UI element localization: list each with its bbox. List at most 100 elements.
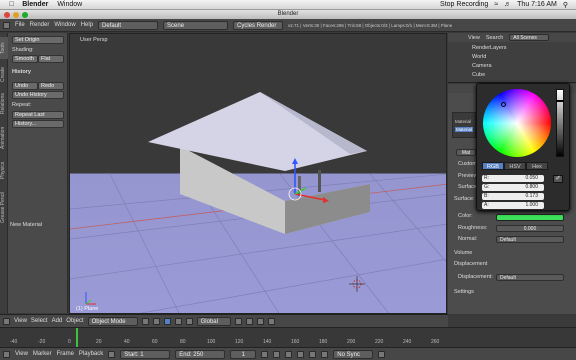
- tab-hex[interactable]: Hex: [526, 162, 548, 170]
- value-slider[interactable]: [556, 89, 564, 157]
- scene-select[interactable]: Scene: [163, 20, 229, 30]
- color-swatch[interactable]: [496, 214, 564, 221]
- history-button[interactable]: History...: [12, 120, 64, 128]
- material-slot-active[interactable]: Material: [455, 127, 474, 132]
- editor-type-icon[interactable]: [3, 317, 10, 325]
- history-panel-label[interactable]: History: [12, 69, 31, 75]
- end-frame-field[interactable]: End: 250: [175, 349, 226, 359]
- menu-object[interactable]: Object: [66, 318, 83, 324]
- app-menu[interactable]: Blender: [22, 1, 48, 8]
- color-wheel-cursor[interactable]: [501, 102, 506, 107]
- jump-end-icon[interactable]: [321, 350, 329, 358]
- render-preview-icon[interactable]: [267, 317, 275, 325]
- menu-frame[interactable]: Frame: [57, 351, 74, 357]
- zoom-button[interactable]: [22, 12, 28, 18]
- menu-view[interactable]: View: [15, 351, 28, 357]
- keying-icon[interactable]: [378, 350, 386, 358]
- prev-key-icon[interactable]: [273, 350, 281, 358]
- pivot-icon[interactable]: [152, 317, 160, 325]
- normal-field[interactable]: Default: [496, 236, 564, 243]
- menu-marker[interactable]: Marker: [33, 351, 52, 357]
- minimize-button[interactable]: [13, 12, 19, 18]
- start-frame-field[interactable]: Start: 1: [120, 349, 171, 359]
- outliner-item-cube[interactable]: Cube: [472, 72, 485, 78]
- tab-create[interactable]: Create: [0, 61, 8, 87]
- menu-add[interactable]: Add: [52, 318, 63, 324]
- outliner-item-world[interactable]: World: [472, 54, 486, 60]
- timeline[interactable]: -40 -20 0 20 40 60 80 100 120 140 160 18…: [0, 327, 576, 348]
- record-icon[interactable]: [108, 350, 116, 358]
- clock[interactable]: Thu 7:16 AM: [517, 1, 557, 8]
- section-surface[interactable]: Surface: [458, 184, 477, 190]
- displacement-field[interactable]: Default: [496, 274, 564, 281]
- next-key-icon[interactable]: [309, 350, 317, 358]
- material-slot-list[interactable]: Material Material: [452, 112, 476, 138]
- eyedropper-icon[interactable]: ✐: [553, 175, 563, 183]
- editor-type-icon[interactable]: [3, 350, 10, 358]
- mode-select[interactable]: Object Mode: [87, 316, 138, 326]
- menu-window[interactable]: Window: [54, 22, 75, 28]
- apple-icon[interactable]: : [9, 1, 14, 8]
- menu-render[interactable]: Render: [30, 22, 50, 28]
- play-icon[interactable]: [297, 350, 305, 358]
- section-volume[interactable]: Volume: [454, 250, 472, 256]
- outliner-item-camera[interactable]: Camera: [472, 63, 492, 69]
- menu-select[interactable]: Select: [31, 318, 48, 324]
- redo-button[interactable]: Redo: [38, 82, 64, 90]
- material-slot[interactable]: Material: [455, 119, 471, 124]
- set-origin-button[interactable]: Set Origin: [12, 36, 64, 44]
- menu-file[interactable]: File: [15, 22, 25, 28]
- rotate-icon[interactable]: [185, 317, 193, 325]
- section-displacement[interactable]: Displacement: [454, 261, 487, 267]
- menu-playback[interactable]: Playback: [79, 351, 103, 357]
- manipulator-icon[interactable]: [163, 317, 171, 325]
- section-custom[interactable]: Custom: [458, 161, 477, 167]
- wifi-icon[interactable]: ≈: [494, 1, 498, 8]
- alpha-field[interactable]: A: 1.000: [482, 202, 544, 209]
- roughness-field[interactable]: 0.000: [496, 225, 564, 232]
- smooth-button[interactable]: Smooth: [12, 55, 38, 63]
- close-button[interactable]: [4, 12, 10, 18]
- red-field[interactable]: R: 0.050: [482, 175, 544, 182]
- tab-tools[interactable]: Tools: [0, 37, 8, 59]
- material-datablock[interactable]: Mat: [456, 149, 476, 156]
- orientation-select[interactable]: Global: [196, 316, 231, 326]
- layout-select[interactable]: Default: [98, 20, 159, 30]
- recording-indicator[interactable]: Stop Recording: [440, 1, 488, 8]
- search-icon[interactable]: ⚲: [563, 1, 568, 9]
- editor-type-icon[interactable]: [3, 21, 10, 29]
- section-settings[interactable]: Settings: [454, 289, 474, 295]
- tab-grease-pencil[interactable]: Grease Pencil: [0, 185, 8, 229]
- jump-start-icon[interactable]: [261, 350, 269, 358]
- current-frame-field[interactable]: 1: [230, 349, 257, 359]
- outliner-filter-select[interactable]: All Scenes: [509, 34, 550, 41]
- green-field[interactable]: G: 0.800: [482, 184, 544, 191]
- tab-animation[interactable]: Animation: [0, 121, 8, 155]
- outliner-view-menu[interactable]: View: [468, 35, 480, 41]
- sync-select[interactable]: No Sync: [333, 349, 374, 359]
- new-material-label[interactable]: New Material: [10, 222, 42, 228]
- window-menu[interactable]: Window: [57, 1, 82, 8]
- color-wheel[interactable]: [483, 89, 551, 157]
- tab-physics[interactable]: Physics: [0, 157, 8, 183]
- undo-button[interactable]: Undo: [12, 82, 38, 90]
- 3d-viewport[interactable]: User Persp (1) Plane: [69, 33, 447, 314]
- tab-relations[interactable]: Relations: [0, 89, 8, 119]
- translate-icon[interactable]: [174, 317, 182, 325]
- tab-hsv[interactable]: HSV: [504, 162, 526, 170]
- layers-icon[interactable]: [234, 317, 242, 325]
- undo-history-button[interactable]: Undo History: [12, 91, 64, 99]
- blue-field[interactable]: B: 0.173: [482, 193, 544, 200]
- lock-icon[interactable]: [245, 317, 253, 325]
- repeat-last-button[interactable]: Repeat Last: [12, 111, 64, 119]
- render-engine-select[interactable]: Cycles Render: [233, 20, 284, 30]
- play-reverse-icon[interactable]: [285, 350, 293, 358]
- tab-rgb[interactable]: RGB: [482, 162, 504, 170]
- volume-icon[interactable]: ♬: [504, 1, 511, 8]
- section-preview[interactable]: Preview: [458, 173, 478, 179]
- flat-button[interactable]: Flat: [38, 55, 64, 63]
- shading-icon[interactable]: [141, 317, 149, 325]
- menu-help[interactable]: Help: [81, 22, 93, 28]
- outliner-search-menu[interactable]: Search: [486, 35, 503, 41]
- outliner-item-renderlayers[interactable]: RenderLayers: [472, 45, 507, 51]
